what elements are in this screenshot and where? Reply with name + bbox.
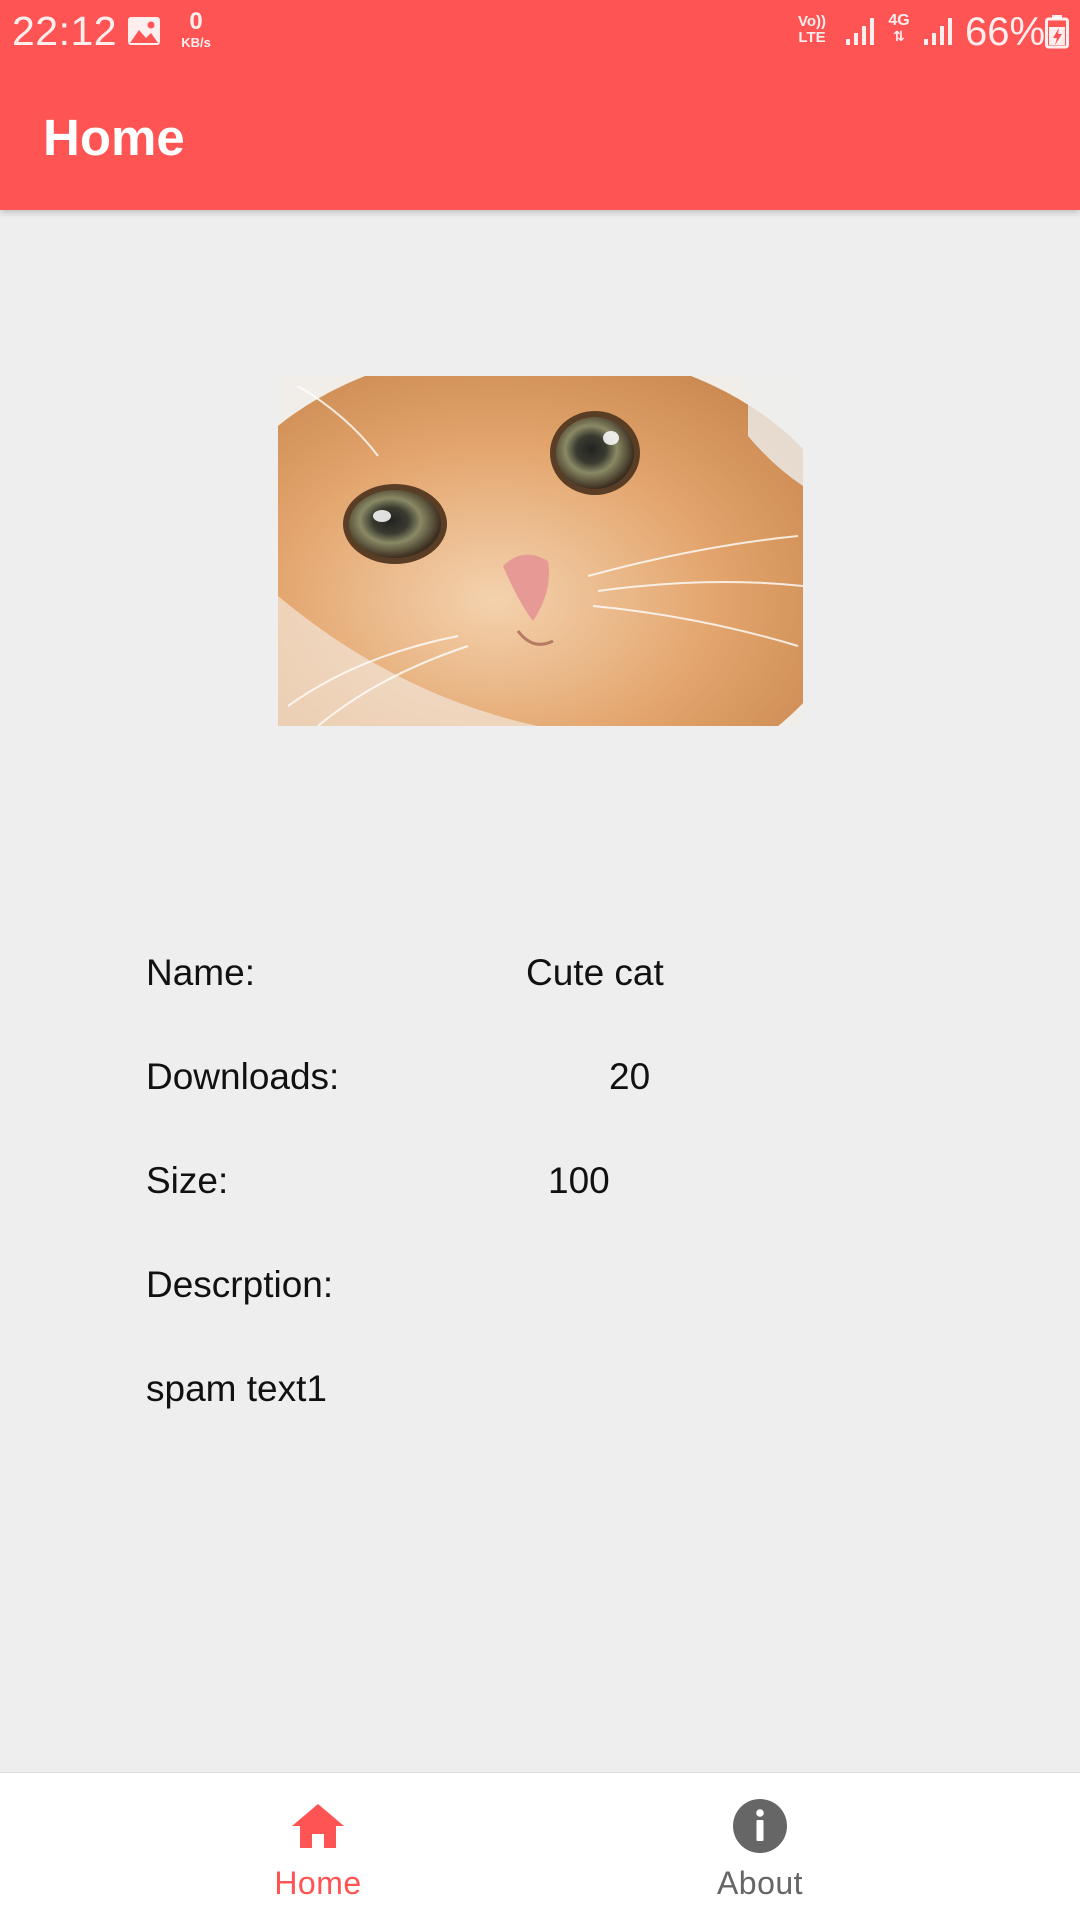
downloads-label: Downloads: xyxy=(146,1056,340,1097)
page-title: Home xyxy=(43,109,185,166)
battery-percent: 66% xyxy=(965,10,1046,54)
network-speed-value: 0 xyxy=(189,8,203,35)
description-value: spam text1 xyxy=(146,1368,327,1409)
nav-item-home[interactable]: Home xyxy=(168,1773,468,1921)
signal-icon xyxy=(844,15,876,52)
lte-label: LTE xyxy=(798,28,826,46)
name-value: Cute cat xyxy=(526,952,664,993)
description-label: Descrption: xyxy=(146,1264,334,1305)
network-speed: 0 KB/s xyxy=(176,8,216,50)
signal-icon-2 xyxy=(922,15,954,52)
gallery-notification-icon xyxy=(127,16,161,51)
name-label: Name: xyxy=(146,952,255,993)
volte-indicator: Vo)) LTE xyxy=(795,14,829,46)
size-value: 100 xyxy=(548,1160,610,1201)
size-label: Size: xyxy=(146,1160,229,1201)
downloads-value: 20 xyxy=(609,1056,651,1097)
info-icon xyxy=(732,1798,788,1854)
status-time: 22:12 xyxy=(12,8,118,54)
app-bar: 22:12 0 KB/s Vo)) LTE 4G ⇅ 66% Home xyxy=(0,0,1080,210)
battery-charging-icon xyxy=(1045,15,1069,54)
nav-label-about: About xyxy=(716,1865,804,1901)
bottom-navigation: Home About xyxy=(0,1772,1080,1921)
status-bar: 22:12 0 KB/s Vo)) LTE 4G ⇅ 66% xyxy=(0,0,1080,66)
network-type-label: 4G xyxy=(888,12,910,29)
network-type: 4G ⇅ xyxy=(888,12,910,44)
home-icon xyxy=(290,1798,346,1854)
nav-label-home: Home xyxy=(274,1865,362,1901)
cat-image xyxy=(278,376,803,726)
nav-item-about[interactable]: About xyxy=(610,1773,910,1921)
network-speed-unit: KB/s xyxy=(181,35,211,50)
volte-label: Vo)) xyxy=(797,13,827,30)
